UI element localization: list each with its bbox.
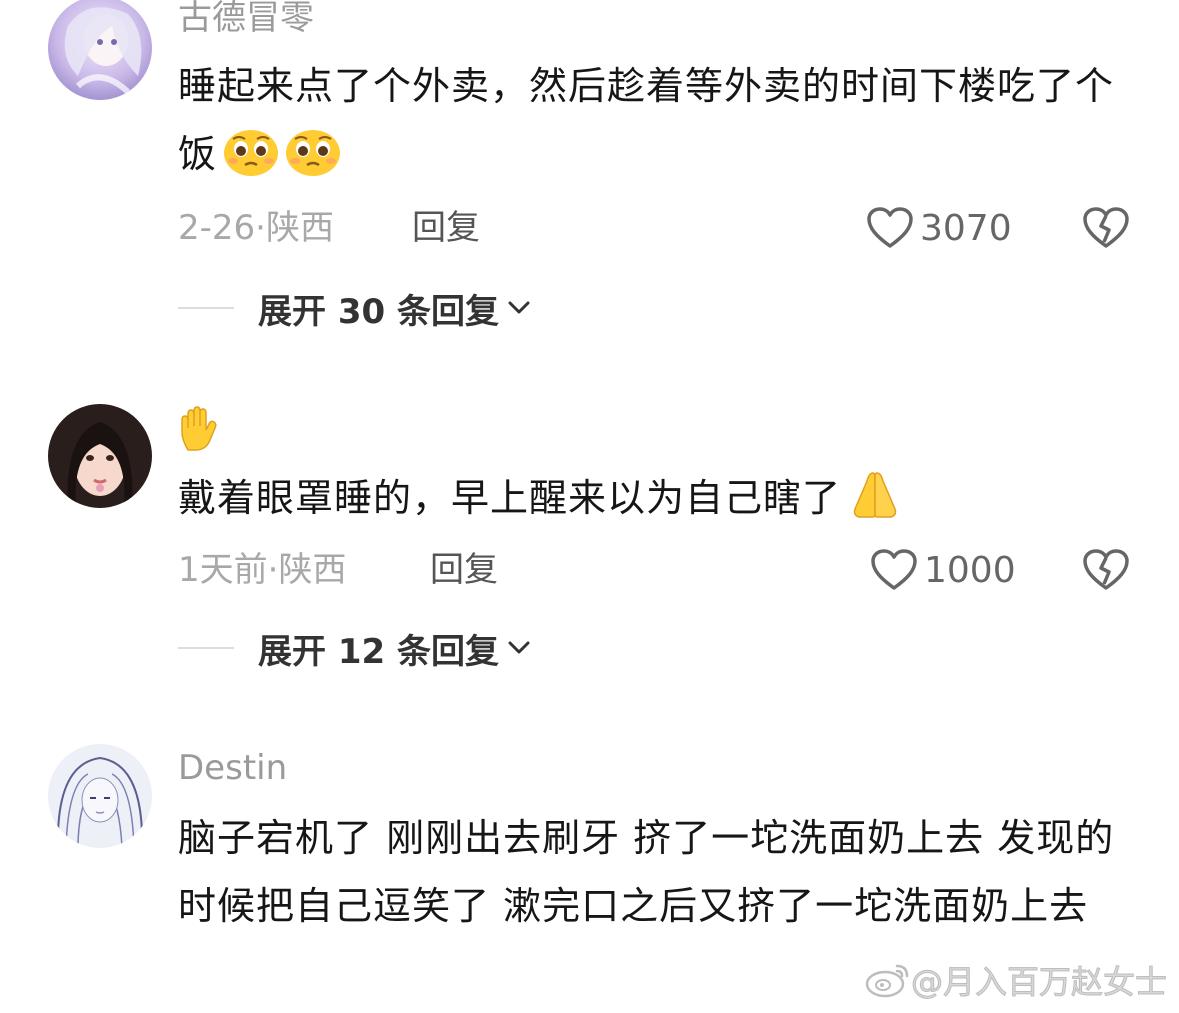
like-count: 1000 — [924, 549, 1016, 591]
raised-hand-icon — [181, 406, 217, 451]
comment-text-content: 戴着眼罩睡的，早上醒来以为自己瞎了 — [178, 476, 842, 520]
chevron-down-icon — [508, 301, 530, 314]
reply-button[interactable]: 回复 — [430, 550, 498, 590]
meta-separator: · — [267, 550, 279, 590]
comment-text: 睡起来点了个外卖，然后趁着等外卖的时间下楼吃了个饭 — [178, 52, 1138, 198]
watermark: @月入百万赵女士 — [865, 957, 1168, 1003]
divider — [178, 647, 234, 649]
pleading-face-icon — [223, 127, 279, 198]
broken-heart-icon — [1083, 207, 1129, 248]
meta-separator: · — [255, 208, 266, 248]
comment-time: 2-26 — [178, 208, 256, 248]
heart-icon — [867, 207, 913, 248]
expand-replies[interactable]: 展开 30 条回复 — [178, 286, 531, 332]
weibo-logo-icon — [865, 964, 909, 998]
comment-username[interactable]: 古德冒零 — [178, 0, 314, 38]
like-count: 3070 — [920, 207, 1012, 249]
expand-replies-label: 展开 30 条回复 — [258, 291, 499, 332]
avatar[interactable] — [48, 0, 152, 100]
comment-location: 陕西 — [265, 208, 334, 248]
like-button[interactable]: 1000 — [870, 548, 1016, 592]
praying-hands-icon — [847, 469, 903, 542]
chevron-down-icon — [508, 641, 530, 654]
comment-time: 1天前 — [178, 550, 268, 590]
heart-icon — [871, 549, 917, 590]
comment-text: 脑子宕机了 刚刚出去刷牙 挤了一坨洗面奶上去 发现的时候把自己逗笑了 漱完口之后… — [178, 816, 1115, 928]
broken-heart-icon — [1083, 549, 1129, 590]
like-button[interactable]: 3070 — [866, 206, 1012, 250]
comment-username[interactable]: Destin — [178, 748, 287, 788]
comment-text: 戴着眼罩睡的，早上醒来以为自己瞎了 — [178, 464, 1138, 542]
comment-location: 陕西 — [278, 550, 347, 590]
dislike-button[interactable] — [1082, 206, 1130, 250]
comment-meta: 2-26·陕西 — [178, 208, 334, 248]
pleading-face-icon — [285, 127, 341, 198]
divider — [178, 307, 234, 309]
dislike-button[interactable] — [1082, 548, 1130, 592]
watermark-text: @月入百万赵女士 — [910, 963, 1167, 1002]
avatar[interactable] — [48, 744, 152, 848]
expand-replies-label: 展开 12 条回复 — [258, 631, 499, 672]
expand-replies[interactable]: 展开 12 条回复 — [178, 626, 531, 672]
reply-button[interactable]: 回复 — [412, 208, 480, 248]
comment-username[interactable] — [178, 406, 222, 461]
comment-meta: 1天前·陕西 — [178, 550, 346, 590]
avatar[interactable] — [48, 404, 152, 508]
